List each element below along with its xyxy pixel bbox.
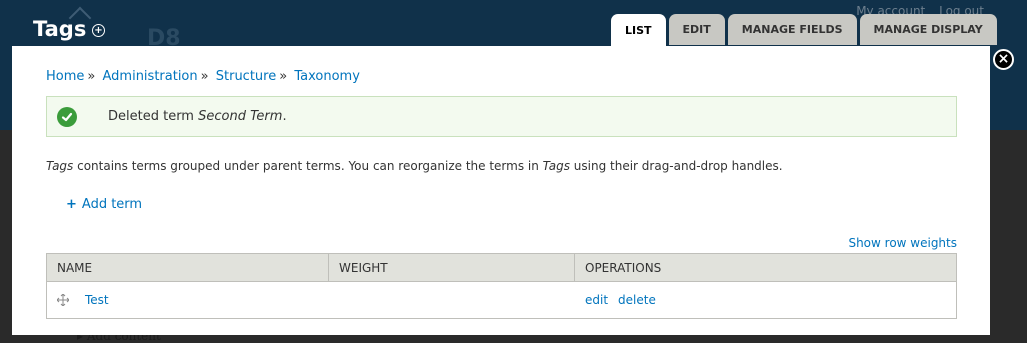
add-shortcut-icon[interactable]: + [92, 24, 105, 37]
breadcrumb-administration[interactable]: Administration [103, 69, 198, 84]
vocabulary-description: Tags contains terms grouped under parent… [46, 159, 783, 173]
breadcrumb-separator: » [279, 69, 288, 84]
tab-manage-display[interactable]: MANAGE DISPLAY [859, 14, 997, 45]
operations-cell: edit delete [575, 282, 956, 318]
column-header-operations: OPERATIONS [585, 260, 662, 275]
status-message: Deleted term Second Term. [46, 96, 957, 137]
deleted-term-name: Second Term [198, 109, 283, 124]
vocabulary-name: Tags [542, 159, 570, 173]
breadcrumb-taxonomy[interactable]: Taxonomy [294, 69, 360, 84]
term-link[interactable]: Test [85, 293, 109, 307]
column-header-name: NAME [47, 254, 329, 281]
table-header: NAME WEIGHT OPERATIONS [47, 254, 956, 282]
plus-icon: + [66, 197, 77, 212]
status-message-text: Deleted term Second Term. [108, 109, 287, 124]
breadcrumb: Home» Administration» Structure» Taxonom… [46, 69, 360, 84]
description-text: contains terms grouped under parent term… [73, 159, 543, 173]
tab-edit[interactable]: EDIT [668, 14, 725, 45]
show-row-weights-link[interactable]: Show row weights [848, 236, 957, 250]
breadcrumb-home[interactable]: Home [46, 69, 84, 84]
message-prefix: Deleted term [108, 109, 199, 124]
vocabulary-name: Tags [46, 159, 74, 173]
terms-table: NAME WEIGHT OPERATIONS Test edit delete [46, 253, 957, 319]
overlay-panel: Home» Administration» Structure» Taxonom… [12, 46, 990, 335]
message-suffix: . [282, 109, 287, 124]
delete-term-link[interactable]: delete [618, 293, 656, 307]
page-title: Tags [33, 17, 87, 41]
tab-list[interactable]: LIST [611, 14, 666, 46]
weight-cell [329, 282, 575, 318]
checkmark-icon [57, 106, 77, 127]
table-row: Test edit delete [47, 282, 956, 318]
breadcrumb-separator: » [200, 69, 209, 84]
add-term-link[interactable]: + Add term [66, 197, 142, 212]
column-header-weight: WEIGHT [329, 254, 575, 281]
description-text: using their drag-and-drop handles. [569, 159, 783, 173]
add-term-label: Add term [81, 197, 143, 212]
edit-term-link[interactable]: edit [585, 293, 608, 307]
breadcrumb-separator: » [87, 69, 96, 84]
tab-bar: LIST EDIT MANAGE FIELDS MANAGE DISPLAY [611, 14, 997, 46]
tab-manage-fields[interactable]: MANAGE FIELDS [727, 14, 857, 45]
close-icon[interactable]: × [993, 49, 1014, 70]
drag-handle-icon[interactable] [56, 293, 70, 307]
name-cell: Test [47, 282, 329, 318]
breadcrumb-structure[interactable]: Structure [216, 69, 276, 84]
